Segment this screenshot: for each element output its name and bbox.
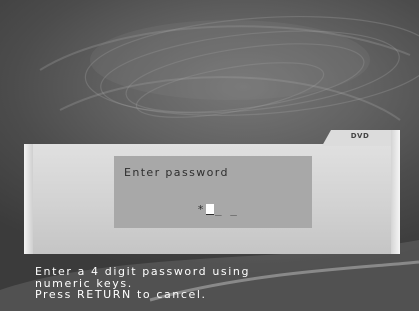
password-entered-char: * (197, 203, 204, 216)
password-entry-screen: DVD Enter password * _ _ Enter a 4 digit… (0, 0, 419, 311)
password-input[interactable]: * _ _ (196, 200, 238, 216)
password-cursor (206, 204, 214, 215)
help-text: Enter a 4 digit password using numeric k… (35, 266, 405, 301)
password-dialog: Enter password * _ _ (114, 156, 312, 228)
dialog-title: Enter password (124, 166, 229, 179)
password-remaining-slots: _ _ (215, 203, 238, 216)
dvd-label: DVD (350, 132, 370, 140)
help-line: Enter a 4 digit password using (35, 265, 251, 278)
panel-left-edge (24, 144, 33, 254)
help-line: Press RETURN to cancel. (35, 288, 207, 301)
panel-right-edge (391, 130, 400, 254)
